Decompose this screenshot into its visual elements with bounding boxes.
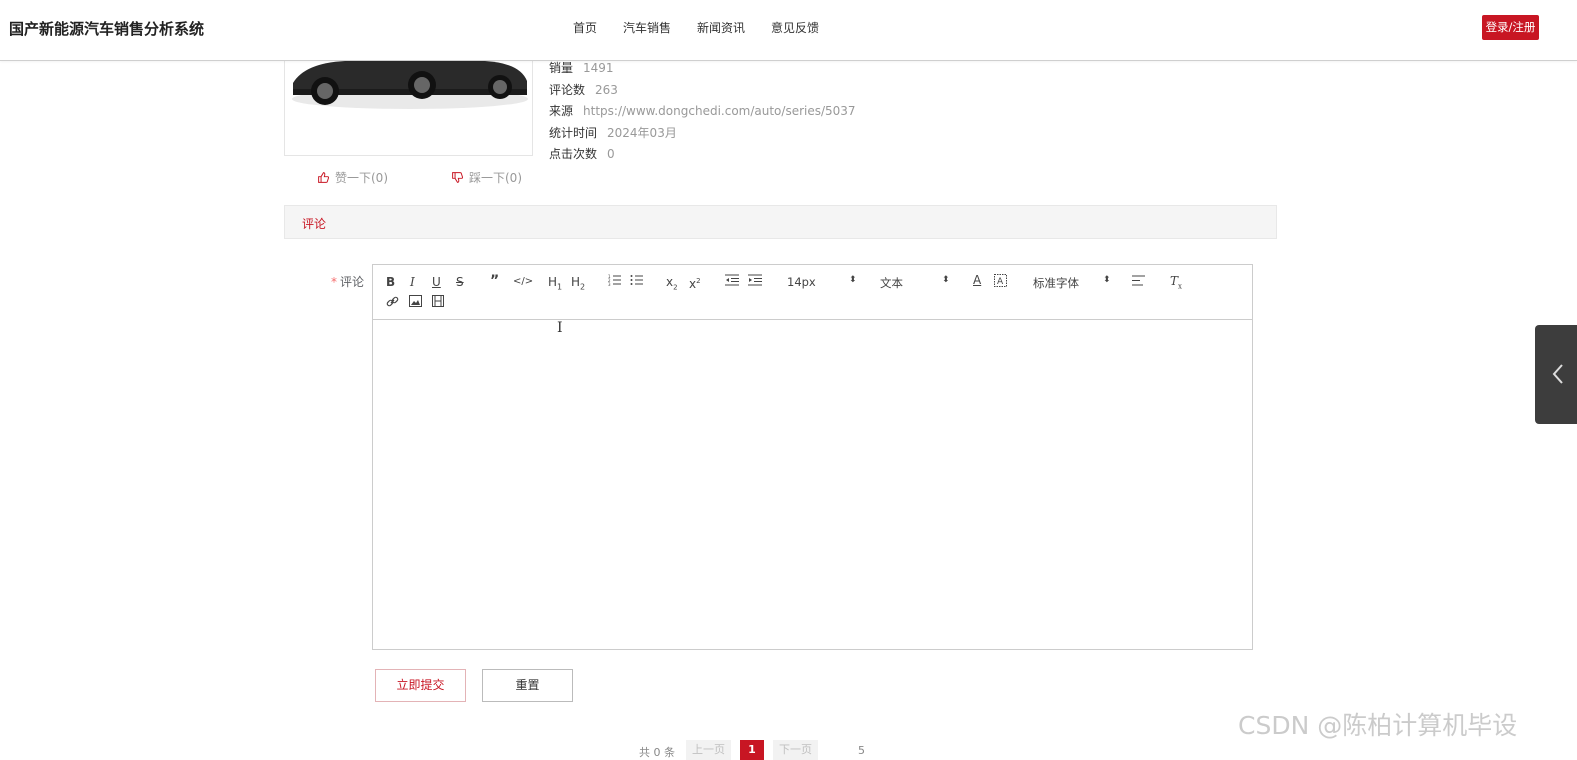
page-size[interactable]: 5: [858, 744, 865, 757]
dislike-label: 踩一下(0): [469, 171, 522, 185]
picker-arrows-icon: ⬍: [942, 275, 950, 285]
like-label: 赞一下(0): [335, 171, 388, 185]
editor-toolbar: B I U S ” </> H1 H2 123 x2 x2 14px ⬍ 文本 …: [373, 265, 1252, 320]
font-size-picker[interactable]: 14px ⬍: [787, 275, 857, 289]
link-icon[interactable]: [386, 295, 399, 311]
outdent-icon[interactable]: [725, 274, 739, 289]
font-size-value: 14px: [787, 275, 816, 289]
heading-1-icon[interactable]: H1: [548, 275, 562, 294]
superscript-icon[interactable]: x2: [689, 274, 701, 291]
comment-field-label: * 评论: [331, 273, 364, 290]
ordered-list-icon[interactable]: 123: [608, 274, 622, 289]
dislike-button[interactable]: 踩一下(0): [451, 169, 522, 186]
chevron-left-icon: [1552, 364, 1563, 384]
italic-icon[interactable]: I: [410, 275, 415, 289]
subscript-icon[interactable]: x2: [666, 275, 678, 294]
font-color-icon[interactable]: A: [973, 273, 981, 287]
underline-icon[interactable]: U: [432, 275, 441, 289]
rich-text-editor: B I U S ” </> H1 H2 123 x2 x2 14px ⬍ 文本 …: [372, 264, 1253, 650]
editor-content-area[interactable]: [373, 320, 1252, 649]
login-register-button[interactable]: 登录/注册: [1482, 15, 1539, 40]
bold-icon[interactable]: B: [386, 275, 395, 289]
image-icon[interactable]: [409, 295, 422, 310]
info-row-sales: 销量 1491: [549, 61, 614, 75]
pagination-total: 共 0 条: [639, 746, 675, 759]
info-row-clicks: 点击次数 0: [549, 147, 615, 161]
info-row-stat-time: 统计时间 2024年03月: [549, 125, 677, 140]
clear-format-icon[interactable]: Tx: [1170, 274, 1182, 293]
next-page-button[interactable]: 下一页: [773, 740, 818, 760]
thumbs-up-icon: [318, 172, 329, 183]
background-color-icon[interactable]: A: [994, 274, 1007, 290]
required-mark: *: [331, 275, 337, 289]
comment-section-title: 评论: [302, 217, 327, 231]
text-cursor-icon: I: [557, 320, 563, 336]
nav-home[interactable]: 首页: [573, 19, 597, 36]
side-drawer-toggle[interactable]: [1535, 325, 1577, 424]
code-block-icon[interactable]: </>: [513, 275, 533, 289]
site-title: 国产新能源汽车销售分析系统: [9, 20, 205, 38]
picker-arrows-icon: ⬍: [1103, 275, 1111, 285]
product-info: 销量 1491 评论数 263 来源 https://www.dongchedi.co…: [549, 58, 856, 166]
indent-icon[interactable]: [748, 274, 762, 289]
nav-news[interactable]: 新闻资讯: [697, 19, 745, 36]
current-page[interactable]: 1: [740, 740, 764, 760]
video-icon[interactable]: [432, 295, 444, 310]
thumbs-down-icon: [452, 172, 463, 183]
top-header: 国产新能源汽车销售分析系统 首页 汽车销售 新闻资讯 意见反馈 登录/注册: [0, 0, 1577, 61]
nav-feedback[interactable]: 意见反馈: [771, 19, 819, 36]
submit-button[interactable]: 立即提交: [375, 669, 466, 702]
strikethrough-icon[interactable]: S: [456, 275, 464, 289]
prev-page-button[interactable]: 上一页: [686, 740, 731, 760]
comment-section-header: 评论: [284, 205, 1277, 239]
heading-2-icon[interactable]: H2: [571, 275, 585, 294]
like-button[interactable]: 赞一下(0): [317, 169, 388, 186]
comment-label-text: 评论: [340, 275, 365, 289]
blockquote-icon[interactable]: ”: [490, 274, 499, 288]
info-row-comments: 评论数 263: [549, 82, 618, 97]
info-row-source: 来源 https://www.dongchedi.com/auto/series/…: [549, 104, 856, 118]
picker-arrows-icon: ⬍: [849, 275, 857, 285]
svg-text:A: A: [997, 277, 1004, 287]
watermark: CSDN @陈柏计算机毕设: [1238, 711, 1518, 740]
align-icon[interactable]: [1132, 275, 1145, 289]
svg-text:3: 3: [608, 282, 611, 286]
main-nav: 首页 汽车销售 新闻资讯 意见反馈: [573, 19, 845, 36]
nav-car-sales[interactable]: 汽车销售: [623, 19, 671, 36]
bullet-list-icon[interactable]: [630, 274, 644, 289]
font-family-picker[interactable]: 标准字体 ⬍: [1033, 275, 1111, 291]
reset-button[interactable]: 重置: [482, 669, 573, 702]
header-picker[interactable]: 文本 ⬍: [880, 275, 950, 291]
header-value: 文本: [880, 276, 903, 290]
font-family-value: 标准字体: [1033, 276, 1079, 290]
